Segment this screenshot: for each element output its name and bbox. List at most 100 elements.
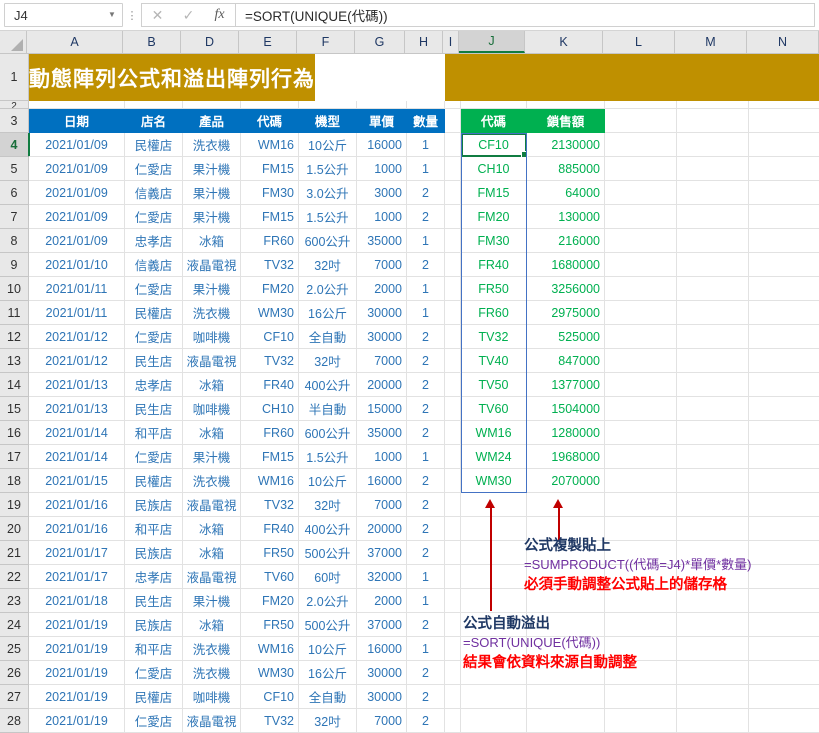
cell-empty[interactable]	[527, 493, 605, 517]
cell-product[interactable]: 液晶電視	[183, 565, 241, 589]
cell-empty[interactable]	[445, 349, 461, 373]
cell-date[interactable]: 2021/01/14	[29, 445, 125, 469]
cell-product[interactable]: 咖啡機	[183, 397, 241, 421]
cell-empty[interactable]	[445, 325, 461, 349]
cell-empty[interactable]	[677, 445, 749, 469]
cell-store[interactable]: 仁愛店	[125, 445, 183, 469]
cell-empty[interactable]	[29, 101, 125, 109]
cell-empty[interactable]	[461, 565, 527, 589]
cell-store[interactable]: 民權店	[125, 469, 183, 493]
column-header-e[interactable]: E	[239, 31, 297, 53]
column-title-1[interactable]: 店名	[125, 109, 183, 133]
cell-empty[interactable]	[445, 133, 461, 157]
cell-result-amount[interactable]: 1377000	[527, 373, 605, 397]
cell-empty[interactable]	[749, 301, 819, 325]
cell-result-code[interactable]: WM24	[461, 445, 527, 469]
cell-product[interactable]: 洗衣機	[183, 301, 241, 325]
cell-empty[interactable]	[605, 493, 677, 517]
row-header-19[interactable]: 19	[0, 493, 28, 517]
column-title-5[interactable]: 單價	[357, 109, 407, 133]
cell-model[interactable]: 16公斤	[299, 301, 357, 325]
cell-result-code[interactable]: FM30	[461, 229, 527, 253]
cell-empty[interactable]	[445, 517, 461, 541]
cell-store[interactable]: 仁愛店	[125, 157, 183, 181]
cell-empty[interactable]	[749, 565, 819, 589]
cell-store[interactable]: 信義店	[125, 253, 183, 277]
cell-price[interactable]: 30000	[357, 301, 407, 325]
cell-empty[interactable]	[445, 637, 461, 661]
row-header-17[interactable]: 17	[0, 445, 28, 469]
cell-result-code[interactable]: TV50	[461, 373, 527, 397]
column-title-6[interactable]: 數量	[407, 109, 445, 133]
row-header-13[interactable]: 13	[0, 349, 28, 373]
cell-empty[interactable]	[605, 205, 677, 229]
cell-product[interactable]: 果汁機	[183, 445, 241, 469]
cell-store[interactable]: 仁愛店	[125, 205, 183, 229]
cell-empty[interactable]	[749, 589, 819, 613]
cell-date[interactable]: 2021/01/19	[29, 661, 125, 685]
cell-product[interactable]: 液晶電視	[183, 253, 241, 277]
row-header-7[interactable]: 7	[0, 205, 28, 229]
row-header-23[interactable]: 23	[0, 589, 28, 613]
cell-model[interactable]: 32吋	[299, 349, 357, 373]
cell-empty[interactable]	[605, 565, 677, 589]
cell-empty[interactable]	[445, 229, 461, 253]
cell-model[interactable]: 500公升	[299, 613, 357, 637]
cell-empty[interactable]	[677, 157, 749, 181]
cell-product[interactable]: 冰箱	[183, 541, 241, 565]
result-column-title-0[interactable]: 代碼	[461, 109, 527, 133]
cell-product[interactable]: 洗衣機	[183, 661, 241, 685]
cell-product[interactable]: 洗衣機	[183, 637, 241, 661]
cell-result-code[interactable]: CF10	[461, 133, 527, 157]
cell-empty[interactable]	[461, 661, 527, 685]
cell-empty[interactable]	[527, 517, 605, 541]
cell-empty[interactable]	[749, 133, 819, 157]
column-header-b[interactable]: B	[123, 31, 181, 53]
cell-qty[interactable]: 2	[407, 373, 445, 397]
cell-store[interactable]: 和平店	[125, 421, 183, 445]
cell-price[interactable]: 37000	[357, 541, 407, 565]
cell-empty[interactable]	[749, 253, 819, 277]
cell-empty[interactable]	[605, 277, 677, 301]
cell-price[interactable]: 37000	[357, 613, 407, 637]
row-header-25[interactable]: 25	[0, 637, 28, 661]
column-header-d[interactable]: D	[181, 31, 239, 53]
cell-result-amount[interactable]: 2130000	[527, 133, 605, 157]
cell-model[interactable]: 2.0公升	[299, 589, 357, 613]
cell-date[interactable]: 2021/01/13	[29, 397, 125, 421]
cell-empty[interactable]	[677, 397, 749, 421]
row-header-24[interactable]: 24	[0, 613, 28, 637]
row-header-26[interactable]: 26	[0, 661, 28, 685]
cell-empty[interactable]	[445, 469, 461, 493]
cell-price[interactable]: 16000	[357, 637, 407, 661]
cell-empty[interactable]	[605, 445, 677, 469]
cell-code[interactable]: WM16	[241, 637, 299, 661]
cell-store[interactable]: 信義店	[125, 181, 183, 205]
cell-model[interactable]: 2.0公升	[299, 277, 357, 301]
cell-empty[interactable]	[445, 685, 461, 709]
cell-empty[interactable]	[527, 565, 605, 589]
cell-price[interactable]: 20000	[357, 517, 407, 541]
row-header-11[interactable]: 11	[0, 301, 28, 325]
cell-result-code[interactable]: WM30	[461, 469, 527, 493]
cell-qty[interactable]: 2	[407, 253, 445, 277]
cell-date[interactable]: 2021/01/10	[29, 253, 125, 277]
cell-empty[interactable]	[749, 205, 819, 229]
row-header-8[interactable]: 8	[0, 229, 28, 253]
cell-date[interactable]: 2021/01/15	[29, 469, 125, 493]
cell-empty[interactable]	[445, 661, 461, 685]
cell-result-amount[interactable]: 64000	[527, 181, 605, 205]
cell-store[interactable]: 仁愛店	[125, 325, 183, 349]
cell-store[interactable]: 仁愛店	[125, 709, 183, 733]
cell-code[interactable]: TV32	[241, 493, 299, 517]
cell-empty[interactable]	[461, 541, 527, 565]
cell-date[interactable]: 2021/01/11	[29, 277, 125, 301]
cell-price[interactable]: 7000	[357, 709, 407, 733]
cell-result-amount[interactable]: 1968000	[527, 445, 605, 469]
cell-qty[interactable]: 2	[407, 517, 445, 541]
cell-empty[interactable]	[241, 101, 299, 109]
cell-empty[interactable]	[677, 421, 749, 445]
cell-qty[interactable]: 1	[407, 133, 445, 157]
cell-date[interactable]: 2021/01/13	[29, 373, 125, 397]
cell-model[interactable]: 32吋	[299, 253, 357, 277]
